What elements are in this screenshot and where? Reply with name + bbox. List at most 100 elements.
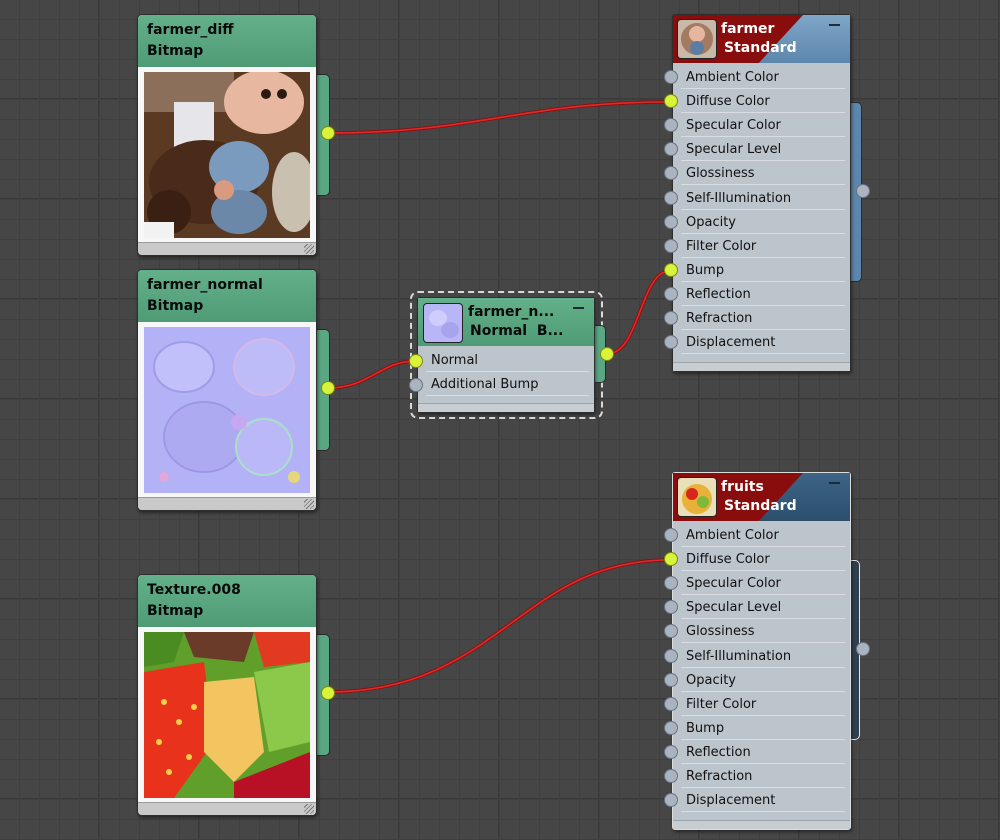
output-socket[interactable] [600,347,614,361]
output-socket[interactable] [856,642,870,656]
slot-specular-color[interactable]: Specular Color [681,115,845,138]
input-slot-additional-bump[interactable]: Additional Bump [426,374,589,396]
input-socket-opacity[interactable] [664,672,678,687]
input-socket-diffuse-color[interactable] [664,552,678,567]
input-socket-normal[interactable] [409,354,423,368]
output-socket[interactable] [321,381,335,395]
slot-label: Ambient Color [686,528,779,543]
slot-self-illumination[interactable]: Self-Illumination [681,188,845,210]
input-socket-refraction[interactable] [664,769,678,783]
farmer-material-icon [677,19,717,59]
material-type: Standard [724,40,797,56]
output-socket[interactable] [321,686,335,700]
slot-self-illumination[interactable]: Self-Illumination [681,646,845,668]
input-socket-reflection[interactable] [664,286,678,301]
input-socket-bump[interactable] [664,262,678,277]
slot-glossiness[interactable]: Glossiness [681,621,845,644]
slot-label: Opacity [686,672,737,688]
slot-refraction[interactable]: Refraction [681,308,845,330]
input-socket-displacement[interactable] [664,793,678,808]
slot-specular-level[interactable]: Specular Level [681,597,845,620]
node-type: Bitmap [147,43,204,59]
node-type: Bitmap [147,603,204,619]
normal-bump-icon [423,303,463,343]
node-type: Normal B... [470,323,564,339]
output-socket[interactable] [321,126,335,140]
slot-label: Refraction [686,769,753,784]
slot-filter-color[interactable]: Filter Color [681,236,845,258]
slot-label: Specular Level [686,600,782,616]
slot-opacity[interactable]: Opacity [681,212,845,234]
slot-label: Diffuse Color [686,94,770,110]
slot-label: Reflection [686,744,751,760]
input-socket-ambient-color[interactable] [664,528,678,542]
material-type: Standard [724,498,797,514]
farmer-diffuse-thumbnail [144,72,310,238]
material-name: farmer [721,21,775,37]
minimize-icon[interactable] [573,307,584,309]
slot-label: Specular Color [686,118,781,134]
input-socket-displacement[interactable] [664,335,678,350]
slot-label: Specular Color [686,576,781,592]
slot-filter-color[interactable]: Filter Color [681,694,845,716]
resize-grip-icon[interactable] [304,804,314,814]
input-socket-filter-color[interactable] [664,696,678,711]
slot-label: Refraction [686,311,753,326]
slot-label: Displacement [686,335,776,351]
slot-glossiness[interactable]: Glossiness [681,163,845,186]
node-title: farmer_n... [468,304,555,320]
input-socket-reflection[interactable] [664,744,678,759]
node-type: Bitmap [147,298,204,314]
slot-label: Reflection [686,286,751,302]
input-socket-ambient-color[interactable] [664,70,678,84]
slot-reflection[interactable]: Reflection [681,284,845,306]
input-socket-additional-bump[interactable] [409,378,423,392]
slot-reflection[interactable]: Reflection [681,742,845,764]
input-slot-normal[interactable]: Normal [426,350,589,372]
output-socket[interactable] [856,184,870,198]
slot-displacement[interactable]: Displacement [681,332,845,355]
slot-label: Filter Color [686,238,757,254]
slot-label: Self-Illumination [686,648,792,664]
slot-label: Bump [686,262,725,278]
farmer-normal-thumbnail [144,327,310,493]
slot-label: Filter Color [686,696,757,712]
input-socket-self-illumination[interactable] [664,648,678,663]
minimize-icon[interactable] [829,24,840,26]
node-title: farmer_normal [147,277,263,293]
slot-label: Self-Illumination [686,190,792,206]
resize-grip-icon[interactable] [304,244,314,254]
slot-label: Glossiness [686,166,755,182]
slot-displacement[interactable]: Displacement [681,790,845,813]
slot-specular-color[interactable]: Specular Color [681,573,845,596]
input-socket-bump[interactable] [664,720,678,735]
wire-normal-bump-to-bump [606,269,671,356]
slot-label: Diffuse Color [686,552,770,568]
wire-farmer-diff-to-diffuse [327,100,671,135]
slot-ambient-color[interactable]: Ambient Color [681,67,845,89]
slot-opacity[interactable]: Opacity [681,670,845,692]
node-title: Texture.008 [147,582,241,598]
minimize-icon[interactable] [829,482,840,484]
fruits-diffuse-thumbnail [144,632,310,798]
slot-ambient-color[interactable]: Ambient Color [681,525,845,547]
node-title: farmer_diff [147,22,234,38]
slot-bump[interactable]: Bump [681,260,845,282]
input-socket-opacity[interactable] [664,214,678,229]
slot-diffuse-color[interactable]: Diffuse Color [681,91,845,114]
resize-grip-icon[interactable] [304,499,314,509]
slot-label: Bump [686,720,725,736]
input-socket-self-illumination[interactable] [664,190,678,205]
input-socket-refraction[interactable] [664,311,678,325]
slot-label: Specular Level [686,142,782,158]
wire-farmer-normal-to-normal-bump [327,359,417,390]
input-socket-filter-color[interactable] [664,238,678,253]
slot-specular-level[interactable]: Specular Level [681,139,845,162]
slot-refraction[interactable]: Refraction [681,766,845,788]
slot-label: Displacement [686,793,776,809]
slot-bump[interactable]: Bump [681,718,845,740]
material-name: fruits [721,479,764,495]
slot-label: Ambient Color [686,70,779,85]
slot-diffuse-color[interactable]: Diffuse Color [681,549,845,572]
input-socket-diffuse-color[interactable] [664,94,678,109]
